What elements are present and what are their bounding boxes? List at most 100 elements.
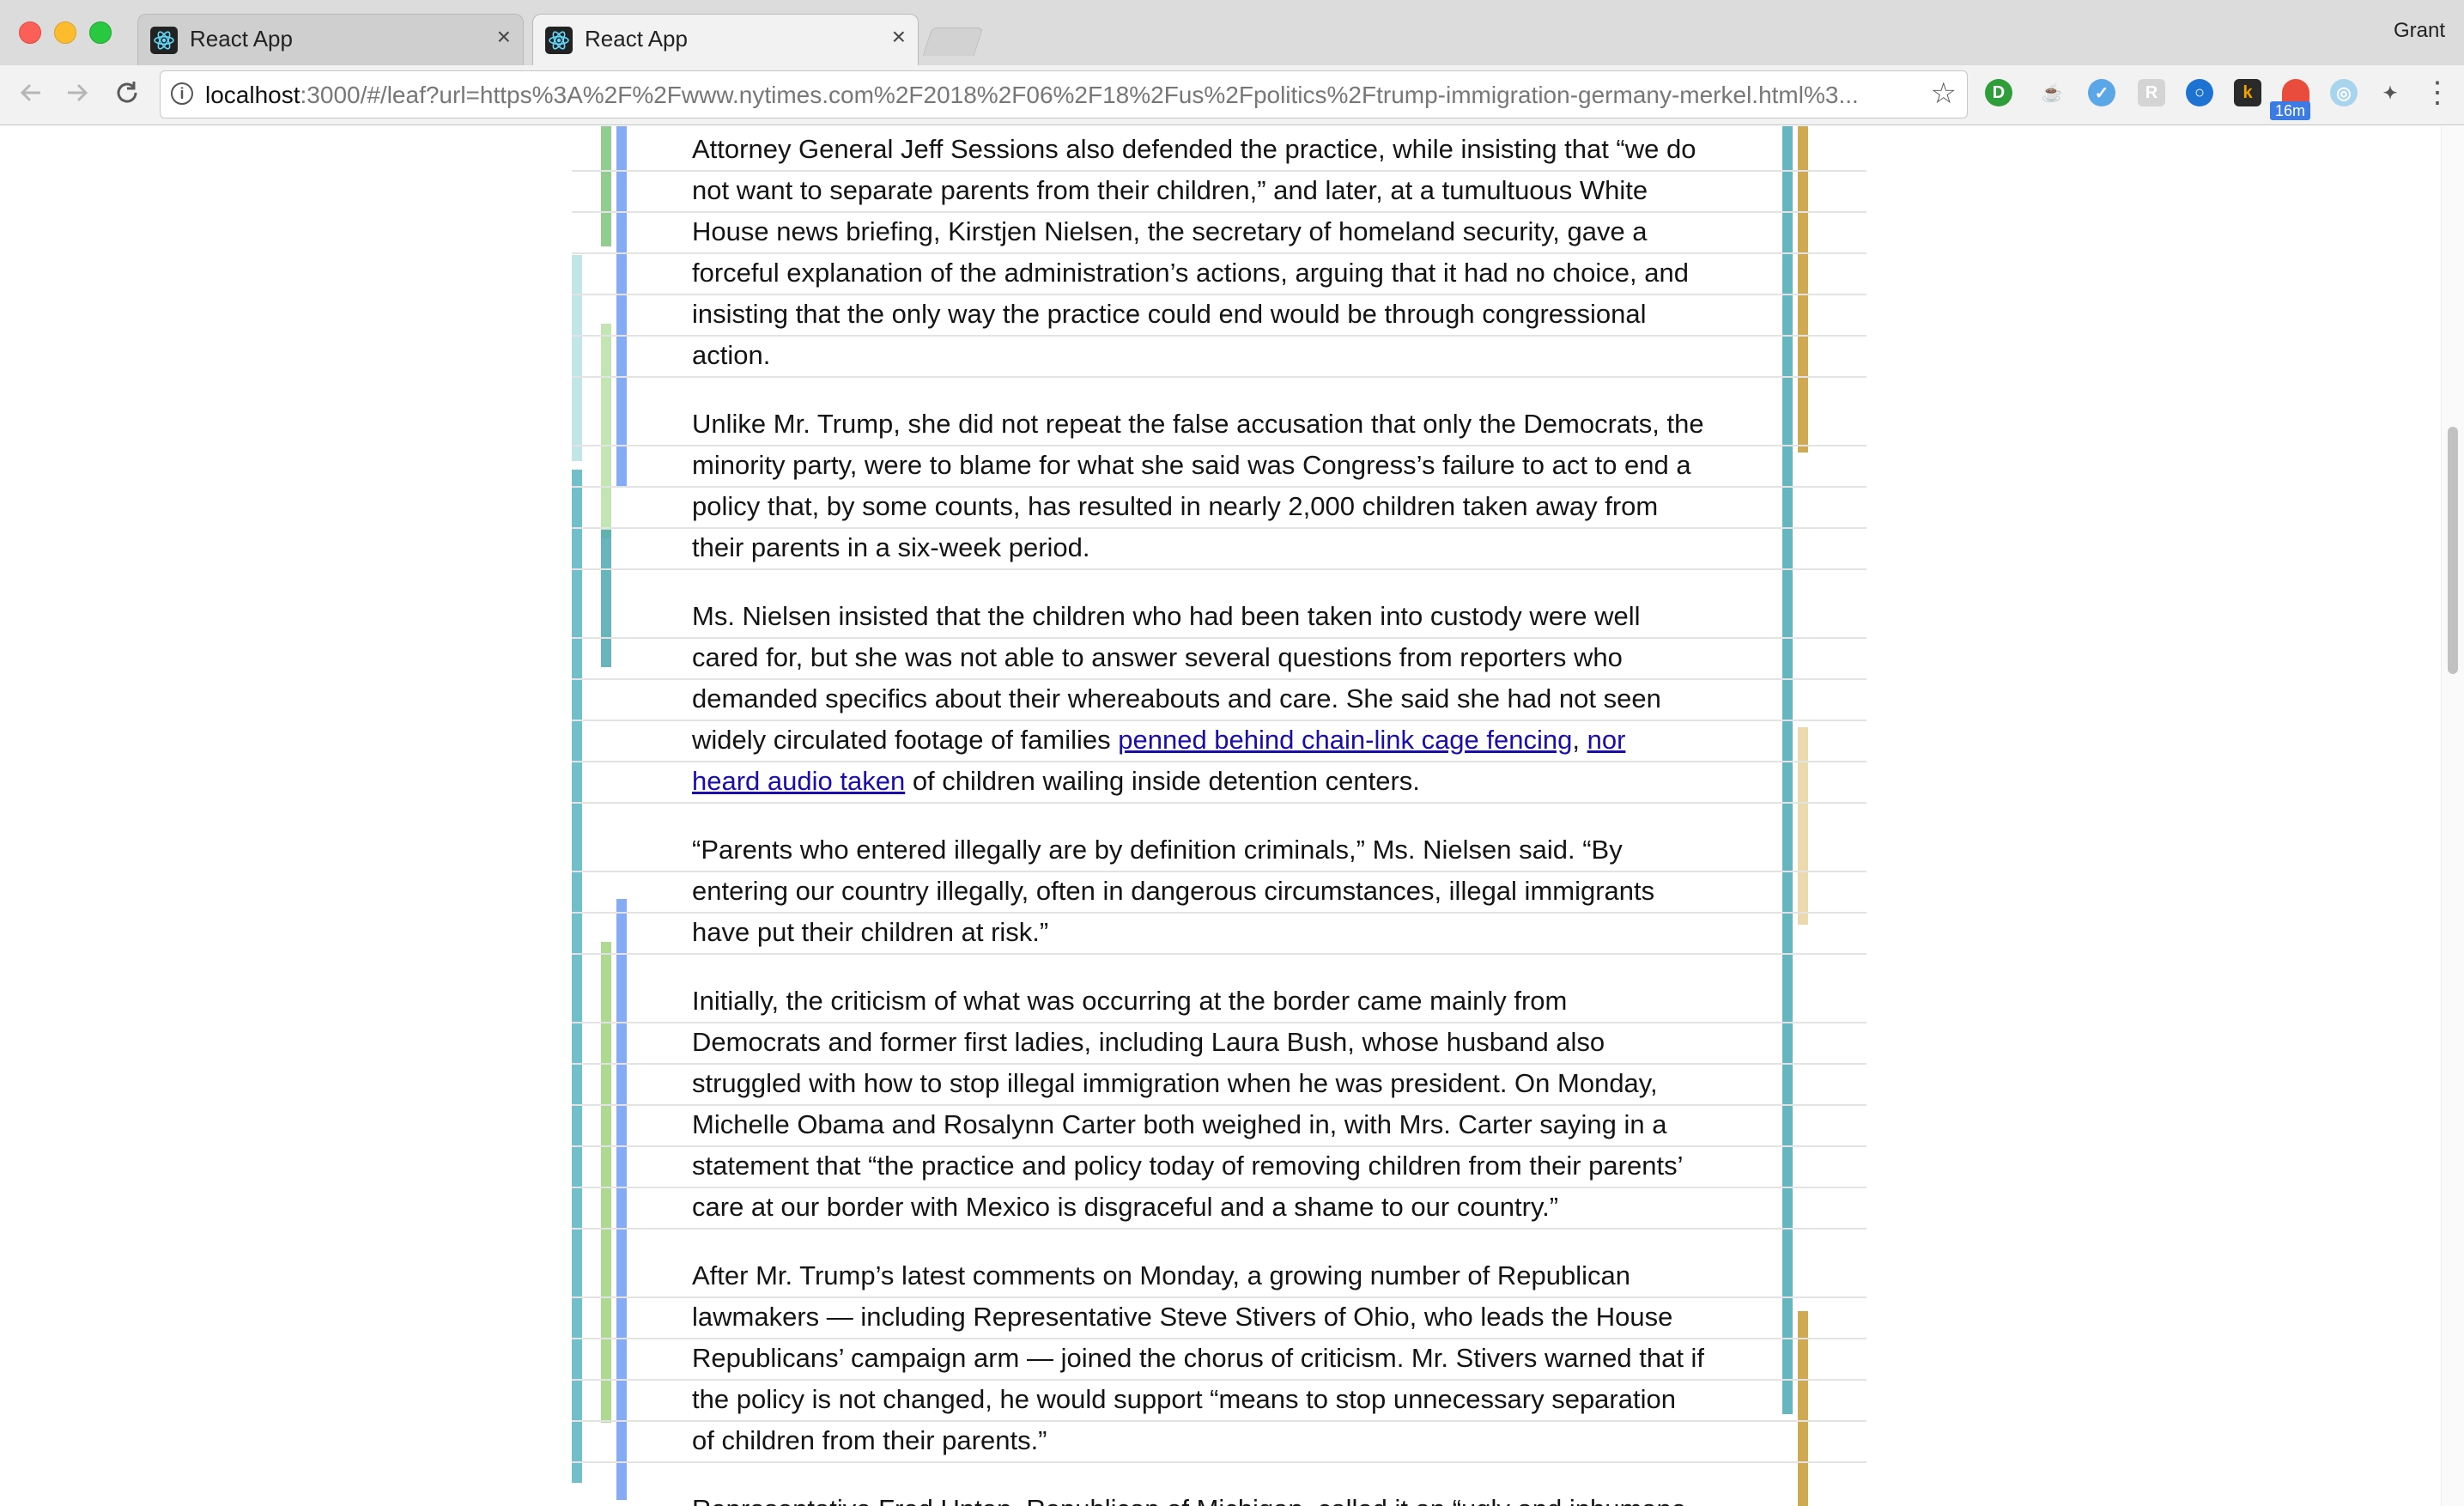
annotation-bar — [616, 126, 627, 487]
annotation-bar — [601, 530, 611, 667]
article-text: lawmakers — including Representative Ste… — [692, 1302, 1673, 1332]
article-text: Unlike Mr. Trump, she did not repeat the… — [692, 409, 1704, 439]
article-link[interactable]: heard audio taken — [692, 766, 905, 796]
annotation-bar — [1798, 1311, 1808, 1506]
article-text: struggled with how to stop illegal immig… — [692, 1068, 1658, 1098]
tab-title: React App — [190, 26, 293, 52]
vertical-scrollbar[interactable] — [2441, 126, 2464, 1506]
article-text: Michelle Obama and Rosalynn Carter both … — [692, 1109, 1667, 1139]
article-line: After Mr. Trump’s latest comments on Mon… — [692, 1255, 1630, 1296]
extension-pin-icon[interactable]: ✦ — [2376, 79, 2404, 106]
article-text: demanded specifics about their whereabou… — [692, 683, 1661, 714]
annotation-bar — [1782, 126, 1793, 1414]
article-text: “Parents who entered illegally are by de… — [692, 835, 1623, 865]
article-link[interactable]: penned behind chain-link cage fencing — [1118, 725, 1572, 755]
article-text: insisting that the only way the practice… — [692, 299, 1647, 329]
article-text: their parents in a six-week period. — [692, 532, 1090, 562]
star-icon[interactable]: ☆ — [1931, 76, 1957, 111]
article-line: Republicans’ campaign arm — joined the c… — [692, 1338, 1704, 1379]
url-path: :3000/#/leaf?url=https%3A%2F%2Fwww.nytim… — [300, 82, 1859, 108]
browser-toolbar: i localhost:3000/#/leaf?url=https%3A%2F%… — [0, 65, 2464, 125]
extension-green-icon[interactable]: D — [1985, 79, 2012, 106]
extension-target-icon[interactable]: ◎ — [2330, 79, 2358, 106]
article-line: forceful explanation of the administrati… — [692, 252, 1689, 294]
article-text: Republicans’ campaign arm — joined the c… — [692, 1343, 1705, 1373]
article-text: widely circulated footage of families — [692, 725, 1119, 755]
info-icon[interactable]: i — [171, 82, 193, 105]
article-line: Initially, the criticism of what was occ… — [692, 981, 1567, 1022]
window-zoom-button[interactable] — [89, 21, 112, 44]
article-line: the policy is not changed, he would supp… — [692, 1379, 1676, 1420]
url-host: localhost — [205, 82, 300, 108]
extension-k-icon[interactable]: k — [2234, 79, 2261, 106]
annotation-bar — [572, 255, 582, 461]
url-text[interactable]: localhost:3000/#/leaf?url=https%3A%2F%2F… — [205, 82, 1922, 109]
line-rule — [572, 568, 1866, 570]
article-line: not want to separate parents from their … — [692, 170, 1648, 211]
react-favicon-icon — [545, 27, 573, 54]
forward-arrow-icon[interactable] — [58, 74, 96, 112]
article-text: care at our border with Mexico is disgra… — [692, 1192, 1559, 1222]
article-line: cared for, but she was not able to answe… — [692, 637, 1623, 678]
annotation-bar — [601, 324, 611, 538]
article-line: “Parents who entered illegally are by de… — [692, 829, 1623, 871]
tab-react-app-2[interactable]: React App × — [532, 14, 919, 65]
article-body: Attorney General Jeff Sessions also defe… — [572, 126, 1866, 1506]
article-text: Attorney General Jeff Sessions also defe… — [692, 134, 1696, 164]
react-favicon-icon — [150, 27, 178, 54]
scrollbar-thumb[interactable] — [2448, 427, 2458, 674]
annotation-bar — [1798, 126, 1808, 452]
article-line: lawmakers — including Representative Ste… — [692, 1296, 1672, 1338]
article-line: Democrats and former first ladies, inclu… — [692, 1022, 1605, 1063]
article-line: Attorney General Jeff Sessions also defe… — [692, 129, 1696, 170]
tab-react-app-1[interactable]: React App × — [137, 14, 524, 65]
article-text: the policy is not changed, he would supp… — [692, 1384, 1676, 1414]
annotation-bar — [601, 942, 611, 1423]
article-line: have put their children at risk.” — [692, 912, 1048, 953]
annotation-bar — [601, 126, 611, 246]
extension-circle-icon[interactable]: ○ — [2186, 79, 2213, 106]
line-rule — [572, 376, 1866, 378]
article-line: entering our country illegally, often in… — [692, 871, 1654, 912]
article-line: Unlike Mr. Trump, she did not repeat the… — [692, 404, 1704, 445]
menu-dots-icon[interactable]: ⋮ — [2423, 76, 2452, 110]
article-text: Ms. Nielsen insisted that the children w… — [692, 601, 1641, 631]
article-text: House news briefing, Kirstjen Nielsen, t… — [692, 216, 1648, 246]
window-close-button[interactable] — [19, 21, 41, 44]
extension-badge: 16m — [2270, 101, 2311, 120]
article-text: action. — [692, 340, 771, 370]
extension-check-icon[interactable]: ✓ — [2088, 79, 2115, 106]
article-link[interactable]: nor — [1587, 725, 1626, 755]
article-line: Ms. Nielsen insisted that the children w… — [692, 596, 1641, 637]
line-rule — [572, 1461, 1866, 1463]
article-text: have put their children at risk.” — [692, 917, 1049, 947]
article-line: demanded specifics about their whereabou… — [692, 678, 1661, 720]
window-title-bar: React App × React App × Grant — [0, 0, 2464, 65]
article-text: policy that, by some counts, has resulte… — [692, 491, 1659, 521]
reload-icon[interactable] — [108, 74, 146, 112]
page-viewport: Attorney General Jeff Sessions also defe… — [0, 126, 2464, 1506]
article-text: Democrats and former first ladies, inclu… — [692, 1027, 1605, 1057]
profile-name[interactable]: Grant — [2394, 19, 2445, 43]
article-text: minority party, were to blame for what s… — [692, 450, 1691, 480]
back-arrow-icon[interactable] — [12, 74, 50, 112]
article-line: House news briefing, Kirstjen Nielsen, t… — [692, 211, 1648, 252]
article-line: struggled with how to stop illegal immig… — [692, 1063, 1658, 1104]
tab-close-icon[interactable]: × — [497, 23, 511, 51]
article-line: Representative Fred Upton, Republican of… — [692, 1489, 1686, 1506]
tab-close-icon[interactable]: × — [892, 23, 906, 51]
new-tab-button[interactable] — [922, 27, 984, 56]
extension-kettle-icon[interactable]: ☕ — [2038, 79, 2066, 106]
article-text: of children wailing inside detention cen… — [905, 766, 1420, 796]
article-line: of children from their parents.” — [692, 1420, 1047, 1461]
article-text: Representative Fred Upton, Republican of… — [692, 1494, 1686, 1506]
window-minimize-button[interactable] — [54, 21, 76, 44]
article-text: statement that “the practice and policy … — [692, 1151, 1684, 1181]
address-bar[interactable]: i localhost:3000/#/leaf?url=https%3A%2F%… — [160, 70, 1968, 118]
article-line: heard audio taken of children wailing in… — [692, 761, 1420, 802]
extension-r-icon[interactable]: R — [2138, 79, 2165, 106]
article-line: their parents in a six-week period. — [692, 527, 1090, 568]
article-text: not want to separate parents from their … — [692, 175, 1648, 205]
article-line: policy that, by some counts, has resulte… — [692, 486, 1658, 527]
article-line: Michelle Obama and Rosalynn Carter both … — [692, 1104, 1666, 1145]
